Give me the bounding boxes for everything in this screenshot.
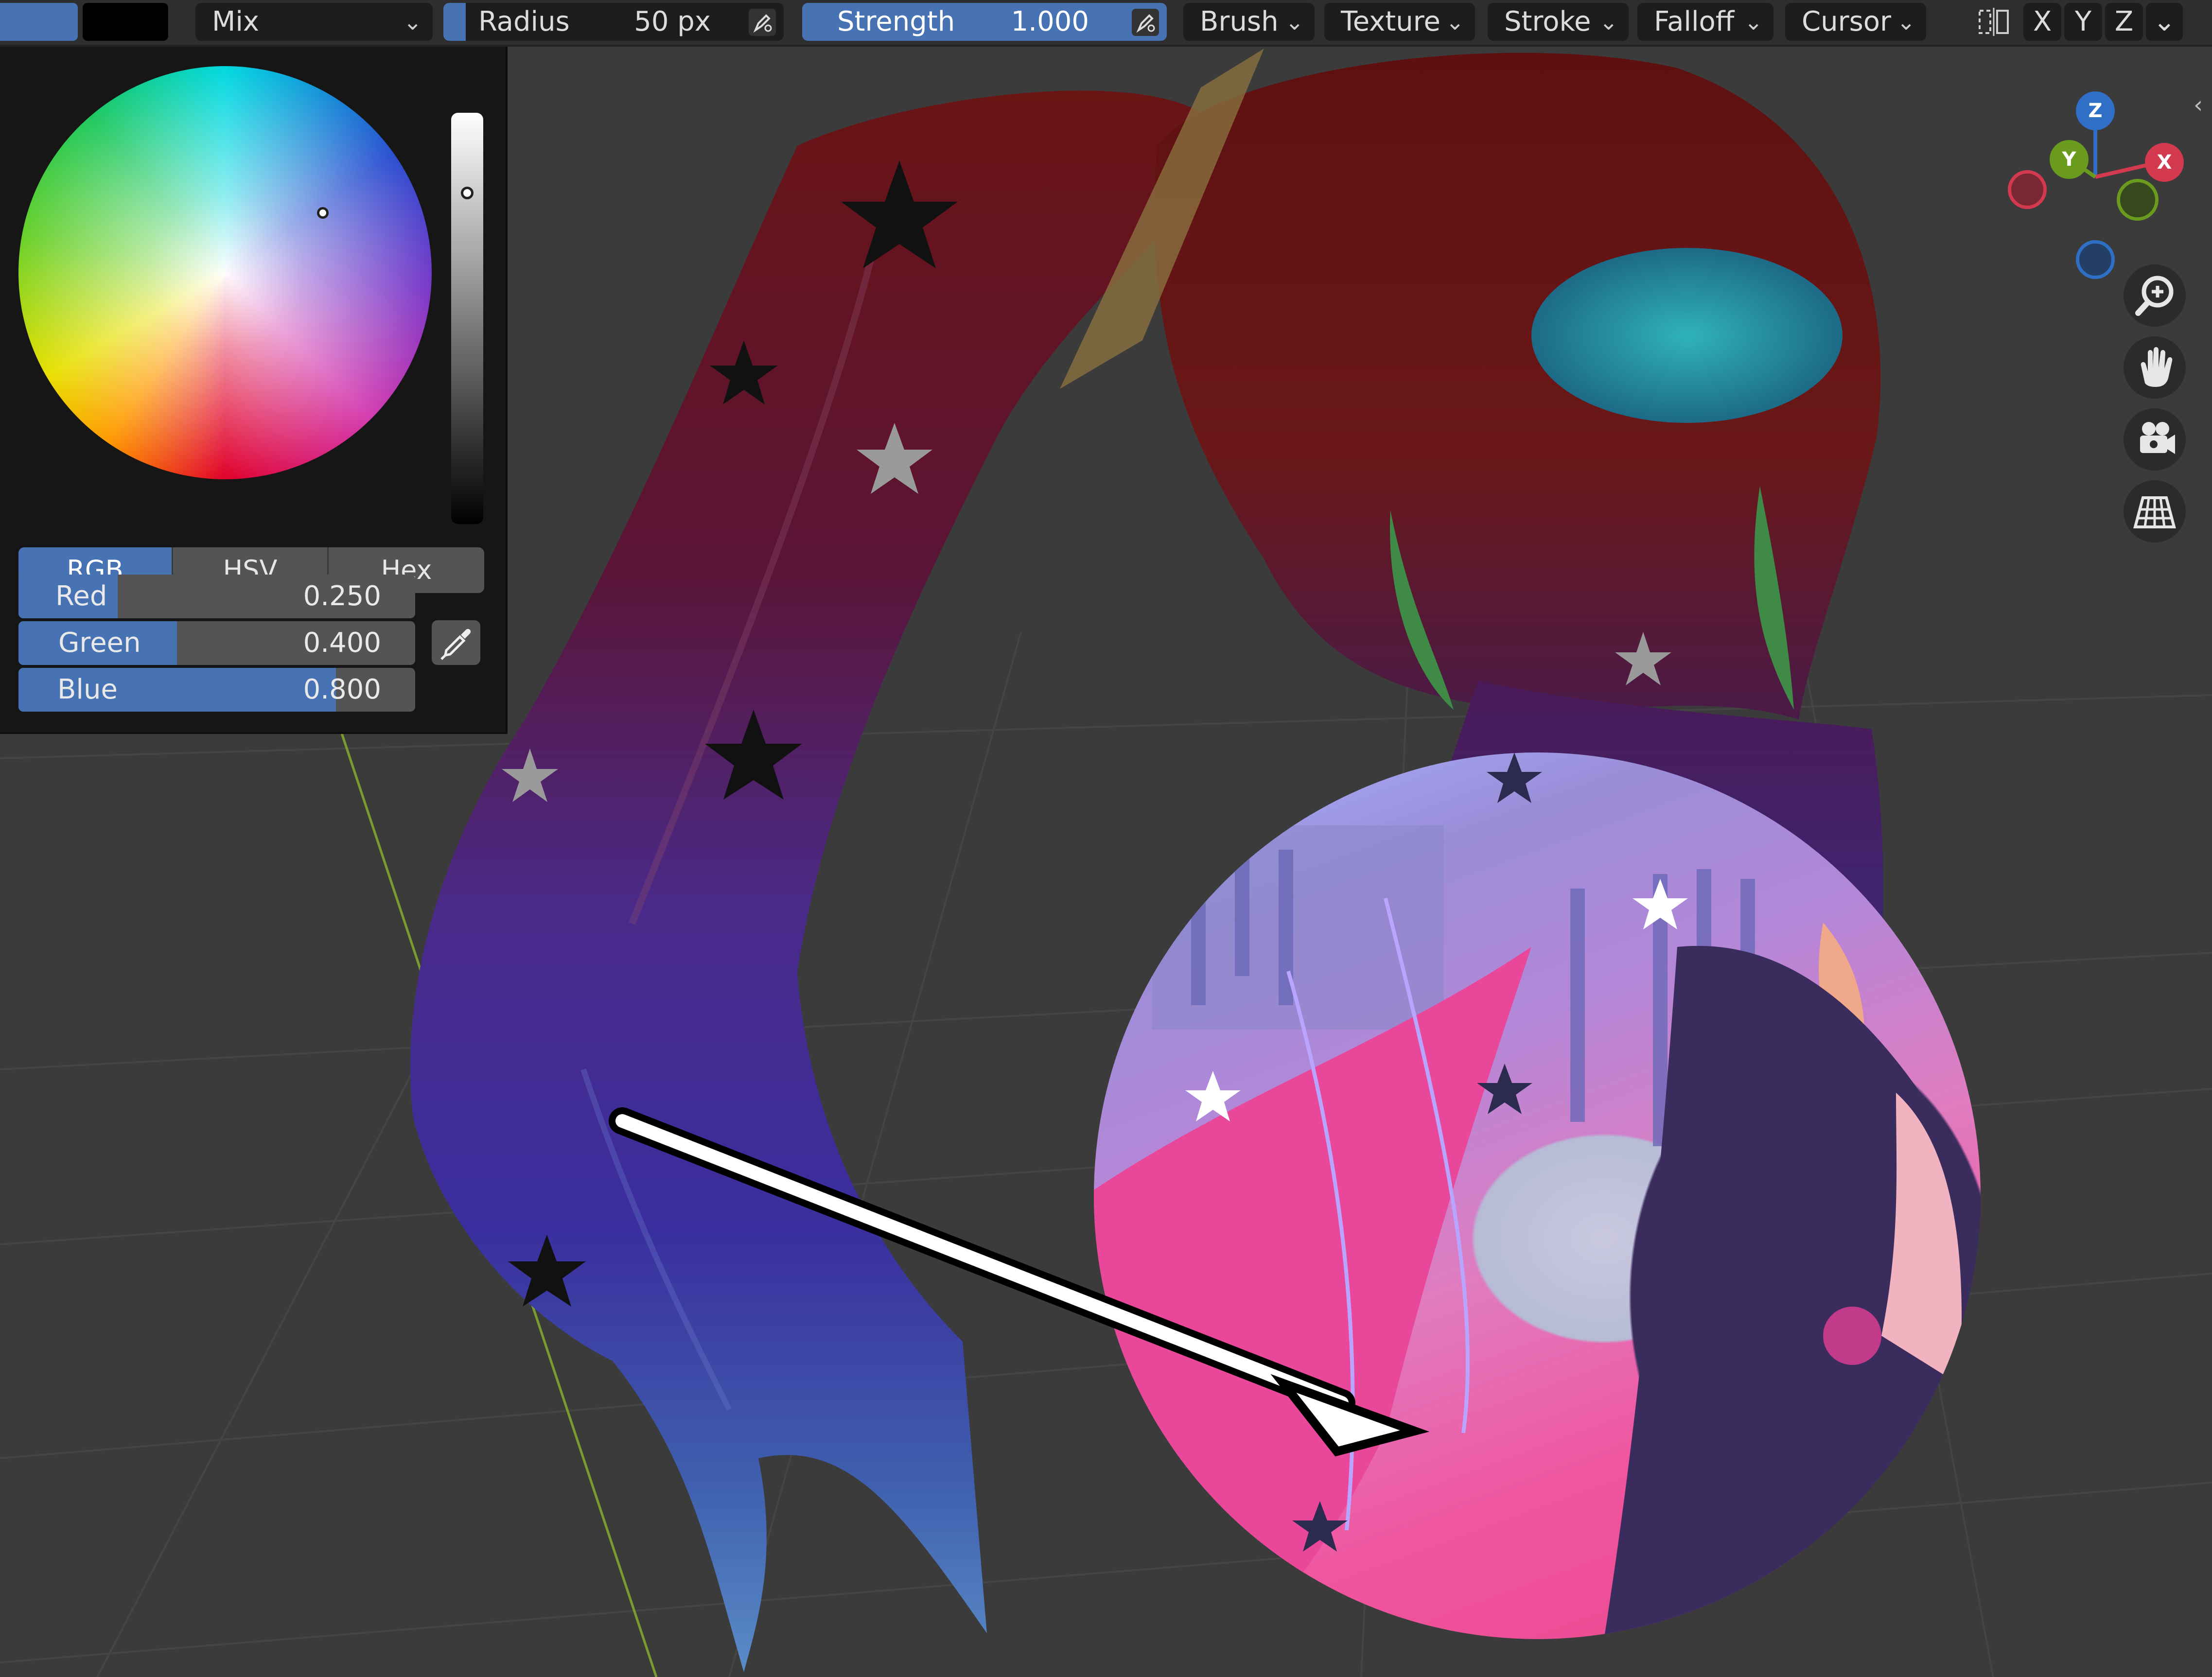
mirror-symmetry-icon xyxy=(1979,8,2009,36)
zoom-in-icon xyxy=(2135,276,2174,316)
red-slider-label: Red xyxy=(55,580,107,612)
green-slider[interactable]: Green 0.400 xyxy=(18,621,415,665)
stroke-menu-label: Stroke xyxy=(1504,6,1591,37)
blend-mode-value: Mix xyxy=(212,6,260,37)
chevron-down-icon: ⌄ xyxy=(1285,9,1304,35)
mirror-y-label: Y xyxy=(2074,6,2092,37)
hair-teal-bangs xyxy=(1531,248,1843,423)
gizmo-x-axis[interactable]: X xyxy=(2145,143,2184,182)
secondary-color-swatch[interactable] xyxy=(83,3,168,41)
brush-menu-label: Brush xyxy=(1200,6,1279,37)
arrow-annotation xyxy=(609,1107,1430,1457)
gizmo-z-axis[interactable]: Z xyxy=(2076,91,2115,130)
navigation-gizmo[interactable]: Z X Y xyxy=(1993,66,2197,290)
blue-slider[interactable]: Blue 0.800 xyxy=(18,668,415,712)
cursor-menu[interactable]: Cursor ⌄ xyxy=(1785,3,1926,41)
texture-menu-label: Texture xyxy=(1341,6,1440,37)
radius-value: 50 px xyxy=(634,6,711,37)
red-slider-value: 0.250 xyxy=(303,580,381,612)
mirror-x-label: X xyxy=(2033,6,2052,37)
gizmo-z-label: Z xyxy=(2088,100,2103,122)
pressure-pen-icon[interactable] xyxy=(749,9,776,36)
chevron-down-icon: ⌄ xyxy=(403,9,422,35)
value-slider[interactable] xyxy=(451,113,483,524)
radius-fill xyxy=(443,3,466,41)
chevron-down-icon: ⌄ xyxy=(1445,9,1464,35)
gizmo-y-axis[interactable]: Y xyxy=(2050,140,2089,179)
mirror-y-toggle[interactable]: Y xyxy=(2064,3,2102,41)
mirror-x-toggle[interactable]: X xyxy=(2023,3,2061,41)
camera-view-button[interactable] xyxy=(2124,408,2186,471)
stroke-menu[interactable]: Stroke ⌄ xyxy=(1488,3,1629,41)
perspective-grid-icon xyxy=(2133,496,2176,528)
gizmo-y-label: Y xyxy=(2062,148,2076,171)
hand-icon xyxy=(2141,347,2173,387)
color-wheel[interactable] xyxy=(18,66,432,479)
color-picker-panel: RGB HSV Hex Red 0.250 Green 0.400 Blue 0… xyxy=(0,47,508,734)
eyedropper-icon xyxy=(440,629,471,660)
gizmo-neg-y-axis[interactable] xyxy=(2117,179,2159,221)
sidebar-toggle-icon[interactable]: ‹ xyxy=(2194,86,2212,124)
camera-icon xyxy=(2140,422,2175,454)
green-slider-label: Green xyxy=(58,627,141,659)
tool-header: Mix ⌄ Radius 50 px Strength 1.000 Brush … xyxy=(0,0,2212,47)
value-slider-handle[interactable] xyxy=(461,187,474,199)
brush-menu[interactable]: Brush ⌄ xyxy=(1183,3,1315,41)
gizmo-x-label: X xyxy=(2157,151,2172,174)
chevron-down-icon: ⌄ xyxy=(1599,9,1618,35)
color-wheel-cursor[interactable] xyxy=(317,207,329,219)
red-slider[interactable]: Red 0.250 xyxy=(18,575,415,618)
blue-slider-value: 0.800 xyxy=(303,674,381,705)
falloff-menu-label: Falloff xyxy=(1654,6,1735,37)
blend-mode-dropdown[interactable]: Mix ⌄ xyxy=(195,3,433,41)
texture-menu[interactable]: Texture ⌄ xyxy=(1324,3,1475,41)
pan-button[interactable] xyxy=(2124,336,2186,399)
primary-color-swatch[interactable] xyxy=(0,3,78,41)
cursor-menu-label: Cursor xyxy=(1802,6,1892,37)
chevron-down-icon: ⌄ xyxy=(2153,6,2176,37)
eyedropper-button[interactable] xyxy=(432,620,480,665)
pressure-pen-icon[interactable] xyxy=(1132,9,1159,36)
strength-value: 1.000 xyxy=(1011,6,1089,37)
mirror-options-dropdown[interactable]: ⌄ xyxy=(2146,3,2183,41)
falloff-menu[interactable]: Falloff ⌄ xyxy=(1637,3,1773,41)
strength-field[interactable]: Strength 1.000 xyxy=(802,3,1167,41)
mirror-z-toggle[interactable]: Z xyxy=(2105,3,2143,41)
radius-field[interactable]: Radius 50 px xyxy=(443,3,784,41)
blue-slider-label: Blue xyxy=(57,674,118,705)
mirror-z-label: Z xyxy=(2114,6,2134,37)
radius-label: Radius xyxy=(478,6,570,37)
chevron-down-icon: ⌄ xyxy=(1896,9,1915,35)
zoom-button[interactable] xyxy=(2124,264,2186,327)
gizmo-neg-x-axis[interactable] xyxy=(2008,170,2047,209)
gizmo-neg-z-axis[interactable] xyxy=(2076,240,2115,279)
chevron-down-icon: ⌄ xyxy=(1744,9,1763,35)
perspective-toggle-button[interactable] xyxy=(2124,480,2186,542)
strength-label: Strength xyxy=(837,6,955,37)
green-slider-value: 0.400 xyxy=(303,627,381,659)
